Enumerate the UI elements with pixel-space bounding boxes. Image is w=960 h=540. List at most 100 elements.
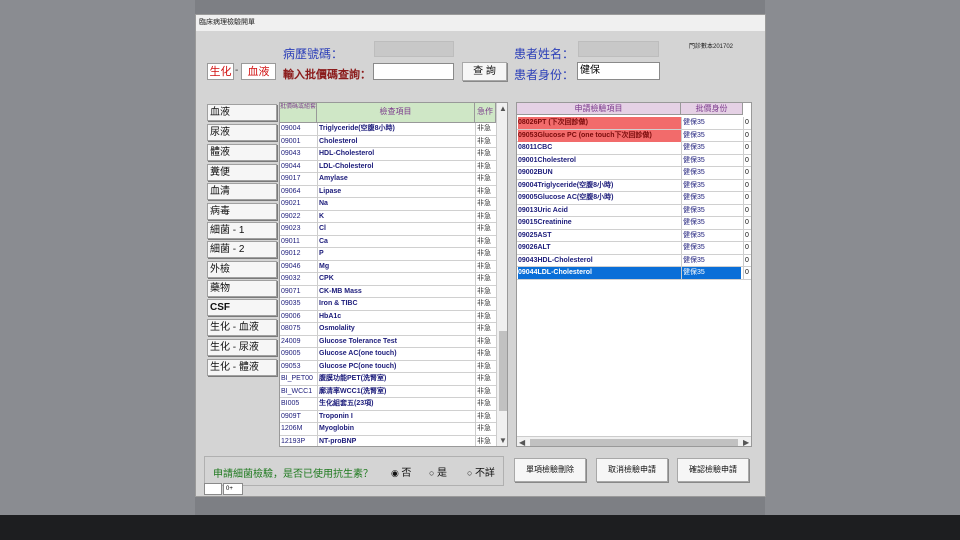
test-item-row[interactable]: 09017 Amylase 非急 [280, 173, 496, 186]
test-item-row[interactable]: 24009 Glucose Tolerance Test 非急 [280, 335, 496, 348]
requested-test-row[interactable]: 09026ALT 健保35 0 [517, 242, 751, 255]
test-item-row[interactable]: 09004 Triglyceride(空腹8小時) 非急 [280, 123, 496, 136]
category-button-9[interactable]: 藥物 [207, 280, 277, 297]
requested-test-row[interactable]: 09053Glucose PC (one touch下次回診做) 健保35 0 [517, 129, 751, 142]
item-urgency: 非急 [475, 223, 495, 235]
test-item-row[interactable]: 12193P NT-proBNP 非急 [280, 435, 496, 446]
delete-item-button[interactable]: 單項檢驗刪除 [514, 458, 586, 482]
antibiotic-option-2[interactable]: ○ 不詳 [467, 464, 495, 479]
item-urgency: 非急 [475, 198, 495, 210]
item-code: 12193P [281, 437, 306, 445]
requested-test-row[interactable]: 08011CBC 健保35 0 [517, 142, 751, 155]
test-item-row[interactable]: 1206M Myoglobin 非急 [280, 423, 496, 436]
patient-name-field[interactable] [578, 41, 659, 57]
test-item-row[interactable]: 09053 Glucose PC(one touch) 非急 [280, 360, 496, 373]
category-button-10[interactable]: CSF [207, 299, 277, 316]
item-name: Ca [317, 235, 475, 248]
requested-test-row[interactable]: 09015Creatinine 健保35 0 [517, 217, 751, 230]
antibiotic-option-0[interactable]: ◉ 否 [391, 464, 411, 479]
category-button-6[interactable]: 細菌 - 1 [207, 222, 277, 239]
antibiotic-question: 申請細菌檢驗，是否已使用抗生素？ [213, 469, 373, 480]
requested-tests-table: 申請檢驗項目 批價身份 08026PT (下次回診做) 健保35 0 09053Glu… [516, 102, 752, 447]
scroll-thumb[interactable] [499, 331, 507, 411]
test-item-row[interactable]: 09032 CPK 非急 [280, 273, 496, 286]
item-code: 1206M [281, 425, 303, 432]
hscroll-thumb[interactable] [530, 439, 738, 446]
test-item-row[interactable]: 09012 P 非急 [280, 248, 496, 261]
category-button-2[interactable]: 體液 [207, 144, 277, 161]
item-urgency: 非急 [475, 235, 495, 248]
test-item-row[interactable]: BI005 生化組套五(23項) 非急 [280, 398, 496, 411]
identity-field[interactable]: 健保 [577, 62, 660, 80]
item-name: P [317, 248, 475, 260]
category-button-0[interactable]: 血液 [207, 104, 277, 121]
item-code: BI_PET00 [281, 375, 313, 382]
query-button[interactable]: 查 詢 [462, 62, 507, 81]
category-button-7[interactable]: 細菌 - 2 [207, 241, 277, 258]
category-button-3[interactable]: 糞便 [207, 164, 277, 181]
confirm-request-button[interactable]: 確認檢驗申請 [677, 458, 749, 482]
requested-test-row[interactable]: 09002BUN 健保35 0 [517, 167, 751, 180]
test-item-row[interactable]: 09022 K 非急 [280, 210, 496, 223]
test-item-row[interactable]: 09043 HDL-Cholesterol 非急 [280, 148, 496, 161]
category-tag-left: 生化 [207, 63, 234, 80]
item-code: 08075 [281, 325, 301, 332]
item-urgency: 非急 [475, 135, 495, 148]
item-urgency: 非急 [475, 335, 495, 348]
chart-no-field[interactable] [374, 41, 454, 57]
requested-item: 08011CBC [518, 144, 553, 151]
requested-test-row[interactable]: 09005Glucose AC(空腹8小時) 健保35 0 [517, 192, 751, 205]
test-item-row[interactable]: 09023 Cl 非急 [280, 223, 496, 236]
test-item-row[interactable]: 08075 Osmolality 非急 [280, 323, 496, 336]
test-item-row[interactable]: 09046 Mg 非急 [280, 260, 496, 273]
requested-test-row[interactable]: 09001Cholesterol 健保35 0 [517, 154, 751, 167]
cancel-request-button[interactable]: 取消檢驗申請 [596, 458, 668, 482]
requested-item: 09002BUN [518, 169, 553, 176]
item-code: 09071 [281, 287, 301, 295]
item-urgency: 非急 [475, 210, 495, 223]
billing-identity: 健保35 [681, 204, 741, 217]
test-item-row[interactable]: 09021 Na 非急 [280, 198, 496, 211]
category-button-5[interactable]: 病毒 [207, 203, 277, 220]
item-code: 24009 [281, 337, 301, 345]
test-item-row[interactable]: 09006 HbA1c 非急 [280, 310, 496, 323]
test-item-row[interactable]: 09035 Iron & TIBC 非急 [280, 298, 496, 311]
requested-item: 08026PT (下次回診做) [518, 117, 681, 129]
test-item-row[interactable]: 09064 Lipase 非急 [280, 185, 496, 198]
item-code: 09021 [281, 200, 301, 207]
requested-test-row[interactable]: 09043HDL-Cholesterol 健保35 0 [517, 254, 751, 267]
category-button-11[interactable]: 生化 - 血液 [207, 319, 277, 336]
right-table-hscrollbar[interactable]: ◀ ▶ [517, 436, 751, 446]
batch-query-input[interactable] [373, 63, 454, 80]
radio-icon[interactable]: ○ [429, 468, 437, 478]
scroll-right-icon[interactable]: ▶ [743, 438, 749, 446]
test-item-row[interactable]: 09071 CK-MB Mass 非急 [280, 285, 496, 298]
scroll-up-icon[interactable]: ▲ [499, 104, 507, 113]
category-button-4[interactable]: 血清 [207, 183, 277, 200]
item-name: Mg [317, 260, 475, 273]
requested-test-row[interactable]: 08026PT (下次回診做) 健保35 0 [517, 117, 751, 130]
category-button-8[interactable]: 外檢 [207, 261, 277, 278]
test-item-row[interactable]: 09005 Glucose AC(one touch) 非急 [280, 348, 496, 361]
radio-icon[interactable]: ○ [467, 468, 475, 478]
antibiotic-option-1[interactable]: ○ 是 [429, 464, 447, 479]
requested-test-row[interactable]: 09044LDL-Cholesterol 健保35 0 [517, 267, 751, 280]
radio-icon[interactable]: ◉ [391, 468, 401, 478]
scroll-left-icon[interactable]: ◀ [519, 438, 525, 446]
test-item-row[interactable]: 09044 LDL-Cholesterol 非急 [280, 160, 496, 173]
scroll-down-icon[interactable]: ▼ [499, 436, 507, 445]
requested-test-row[interactable]: 09004Triglyceride(空腹8小時) 健保35 0 [517, 179, 751, 192]
test-item-row[interactable]: BI_PET00 腹膜功能PET(洗腎室) 非急 [280, 373, 496, 386]
requested-test-row[interactable]: 09025AST 健保35 0 [517, 229, 751, 242]
test-item-row[interactable]: BI_WCC1 廓清率WCC1(洗腎室) 非急 [280, 385, 496, 398]
category-button-12[interactable]: 生化 - 尿液 [207, 339, 277, 356]
billing-identity: 健保35 [681, 192, 741, 204]
test-item-row[interactable]: 09001 Cholesterol 非急 [280, 135, 496, 148]
requested-test-row[interactable]: 09013Uric Acid 健保35 0 [517, 204, 751, 217]
test-item-row[interactable]: 0909T Troponin I 非急 [280, 410, 496, 423]
category-button-13[interactable]: 生化 - 體液 [207, 359, 277, 376]
category-button-1[interactable]: 尿液 [207, 124, 277, 141]
test-item-row[interactable]: 09011 Ca 非急 [280, 235, 496, 248]
item-flag: 0 [743, 154, 751, 167]
left-table-scrollbar[interactable]: ▲ ▼ [496, 103, 507, 446]
